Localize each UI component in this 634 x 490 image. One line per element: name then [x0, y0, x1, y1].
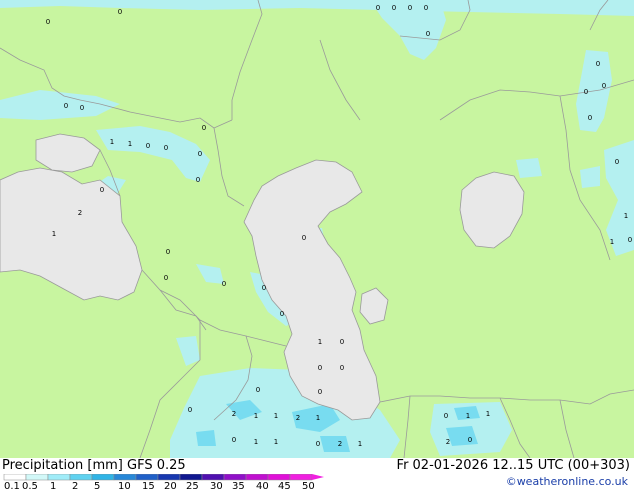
- value-label: 0: [628, 236, 632, 244]
- value-label: 0: [198, 150, 202, 158]
- legend-swatch: [135, 474, 159, 481]
- value-label: 0: [316, 440, 320, 448]
- legend-swatch: [245, 474, 269, 481]
- legend-label: 0.1: [4, 481, 20, 490]
- legend-label: 40: [256, 481, 269, 490]
- legend-label: 45: [278, 481, 291, 490]
- value-label: 2: [232, 410, 236, 418]
- map-title: Precipitation [mm] GFS 0.25: [2, 458, 186, 473]
- legend-label: 25: [186, 481, 199, 490]
- legend-label: 0.5: [22, 481, 38, 490]
- value-label: 0: [426, 30, 430, 38]
- value-label: 0: [146, 142, 150, 150]
- value-label: 0: [80, 104, 84, 112]
- credit-link[interactable]: ©weatheronline.co.uk: [506, 475, 628, 488]
- value-label: 0: [188, 406, 192, 414]
- value-label: 1: [274, 412, 278, 420]
- value-label: 2: [78, 209, 82, 217]
- legend-label: 15: [142, 481, 155, 490]
- value-label: 0: [602, 82, 606, 90]
- legend-swatch: [91, 474, 115, 481]
- value-label: 1: [254, 438, 258, 446]
- value-label: 0: [340, 338, 344, 346]
- legend-swatch: [69, 474, 93, 481]
- value-label: 0: [318, 388, 322, 396]
- value-label: 1: [316, 414, 320, 422]
- legend-swatch: [201, 474, 225, 481]
- value-label: 0: [280, 310, 284, 318]
- value-label: 0: [302, 234, 306, 242]
- valid-time: Fr 02-01-2026 12..15 UTC (00+303): [396, 458, 630, 473]
- legend-label: 20: [164, 481, 177, 490]
- value-label: 1: [128, 140, 132, 148]
- value-label: 2: [296, 414, 300, 422]
- value-label: 0: [222, 280, 226, 288]
- legend-label: 10: [118, 481, 131, 490]
- legend-label: 5: [94, 481, 100, 490]
- legend-swatches: [3, 474, 324, 481]
- value-label: 0: [118, 8, 122, 16]
- value-label: 0: [202, 124, 206, 132]
- value-label: 0: [584, 88, 588, 96]
- value-label: 0: [468, 436, 472, 444]
- legend-swatch: [25, 474, 49, 481]
- value-label: 1: [610, 238, 614, 246]
- legend-label: 2: [72, 481, 78, 490]
- value-label: 1: [52, 230, 56, 238]
- value-label: 0: [340, 364, 344, 372]
- value-label: 0: [615, 158, 619, 166]
- value-label: 2: [338, 440, 342, 448]
- footer-bar: Precipitation [mm] GFS 0.25 Fr 02-01-202…: [0, 458, 634, 490]
- value-label: 0: [164, 274, 168, 282]
- precipitation-map: 0 0 0 0 0 0 0 0 1 1 0 0 0 0 0 2 1 0 0 0 …: [0, 0, 634, 458]
- value-label: 0: [444, 412, 448, 420]
- value-label: 2: [446, 438, 450, 446]
- value-label: 0: [164, 144, 168, 152]
- legend-swatch: [3, 474, 27, 481]
- value-label: 1: [358, 440, 362, 448]
- value-label: 0: [262, 284, 266, 292]
- value-label: 0: [424, 4, 428, 12]
- precip-legend: 0.1 0.5 1 2 5 10 15 20 25 30 35 40 45 50: [3, 474, 324, 490]
- value-label: 0: [588, 114, 592, 122]
- legend-swatch: [179, 474, 203, 481]
- value-label: 0: [376, 4, 380, 12]
- value-label: 1: [486, 410, 490, 418]
- value-label: 0: [100, 186, 104, 194]
- value-label: 1: [318, 338, 322, 346]
- legend-swatch: [113, 474, 137, 481]
- value-label: 0: [392, 4, 396, 12]
- legend-label: 35: [232, 481, 245, 490]
- value-label: 1: [254, 412, 258, 420]
- value-label: 1: [274, 438, 278, 446]
- value-label: 0: [318, 364, 322, 372]
- value-label: 0: [46, 18, 50, 26]
- value-label: 1: [624, 212, 628, 220]
- legend-arrow: [312, 474, 324, 480]
- legend-labels: 0.1 0.5 1 2 5 10 15 20 25 30 35 40 45 50: [4, 481, 315, 490]
- value-label: 0: [408, 4, 412, 12]
- value-label: 0: [64, 102, 68, 110]
- legend-swatch: [267, 474, 291, 481]
- value-label: 0: [166, 248, 170, 256]
- legend-swatch: [47, 474, 71, 481]
- legend-label: 30: [210, 481, 223, 490]
- value-label: 1: [466, 412, 470, 420]
- value-label: 0: [232, 436, 236, 444]
- value-label: 0: [256, 386, 260, 394]
- legend-label: 50: [302, 481, 315, 490]
- value-label: 1: [110, 138, 114, 146]
- value-label: 0: [596, 60, 600, 68]
- legend-swatch: [289, 474, 313, 481]
- legend-label: 1: [50, 481, 56, 490]
- legend-swatch: [157, 474, 181, 481]
- value-label: 0: [196, 176, 200, 184]
- legend-swatch: [223, 474, 247, 481]
